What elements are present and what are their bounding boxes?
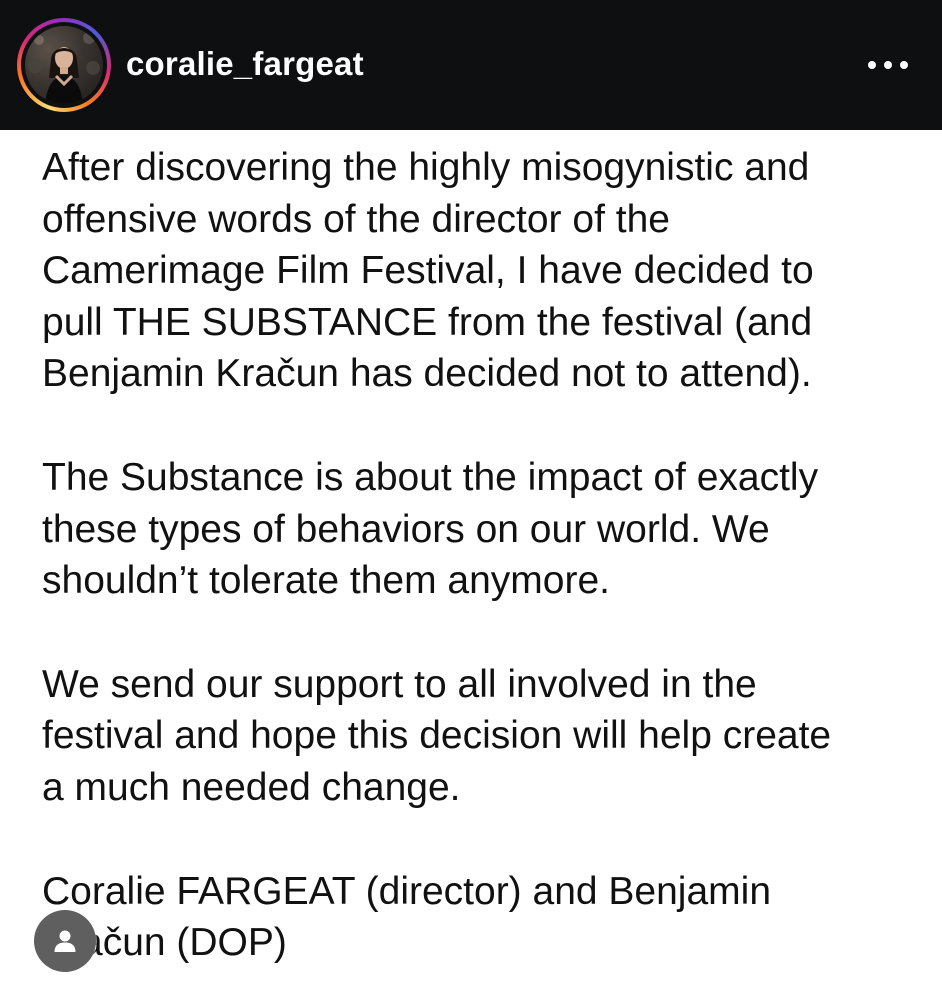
- more-dot-icon: [868, 61, 876, 69]
- tagged-users-button[interactable]: [34, 910, 96, 972]
- avatar[interactable]: [25, 26, 103, 104]
- more-options-button[interactable]: [862, 48, 914, 82]
- caption-paragraph-3: We send our support to all involved in t…: [42, 662, 832, 809]
- avatar-border: [21, 22, 107, 108]
- post-header: coralie_fargeat: [0, 0, 942, 130]
- user-icon: [54, 930, 76, 952]
- caption-signature: Coralie FARGEAT (director) and Benjamin …: [42, 869, 772, 965]
- post-caption: After discovering the highly misogynisti…: [42, 142, 922, 969]
- profile-photo-icon: [28, 32, 100, 104]
- caption-paragraph-2: The Substance is about the impact of exa…: [42, 455, 819, 603]
- username[interactable]: coralie_fargeat: [126, 44, 364, 84]
- story-ring[interactable]: [17, 18, 111, 112]
- more-dot-icon: [884, 61, 892, 69]
- caption-paragraph-1: After discovering the highly misogynisti…: [42, 146, 814, 396]
- more-dot-icon: [900, 61, 908, 69]
